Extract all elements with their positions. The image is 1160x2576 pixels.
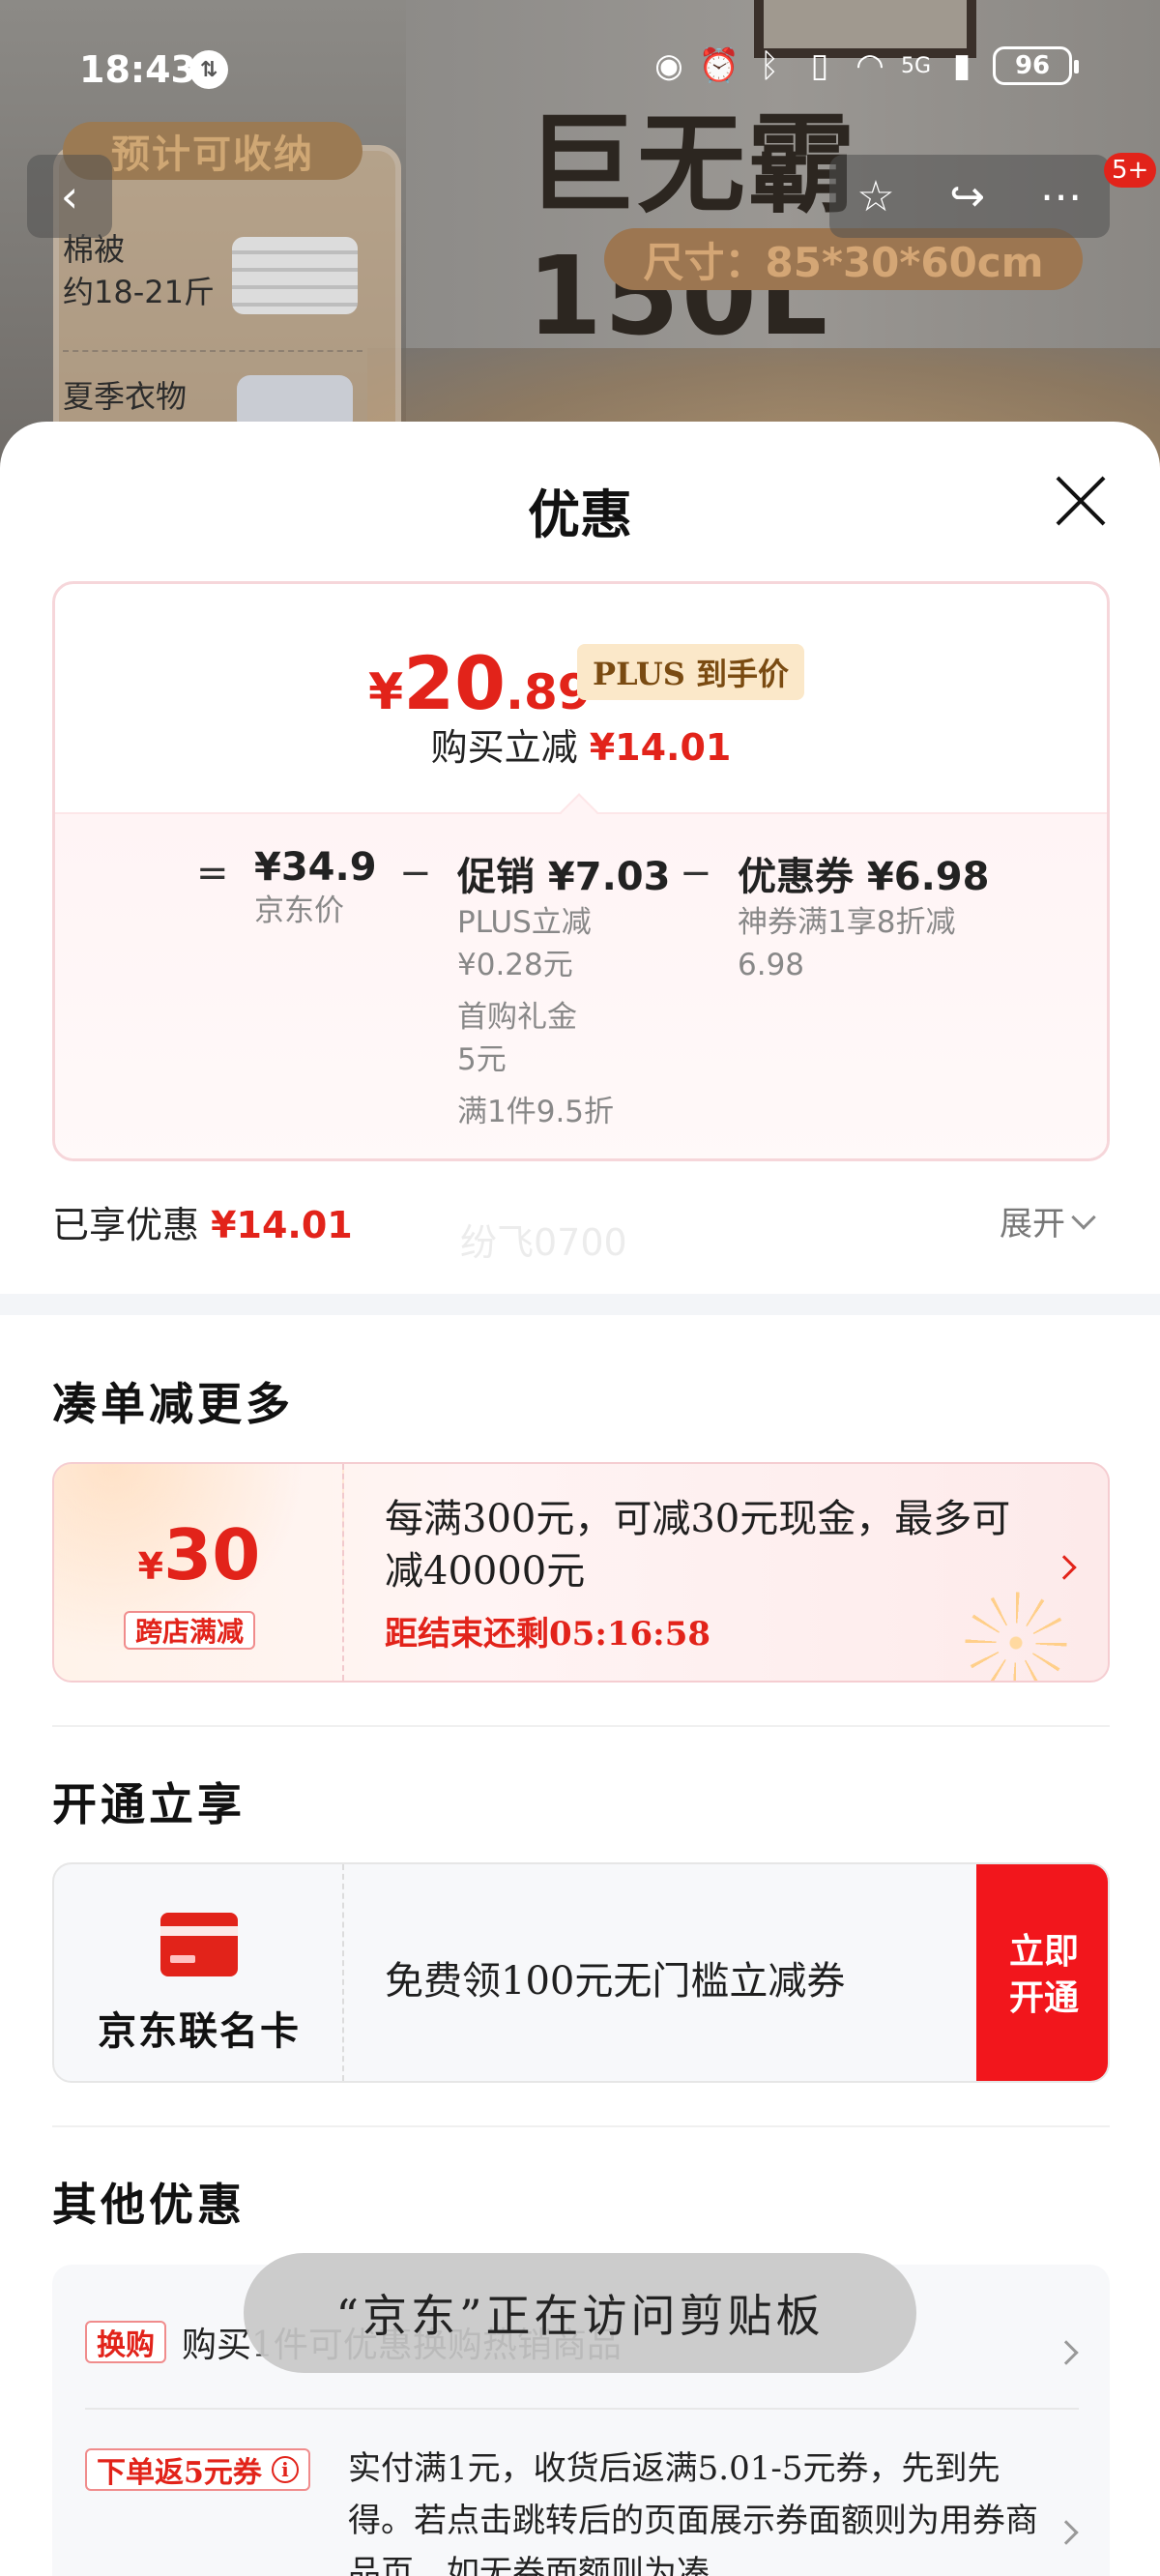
reduce-label: 购买立减 xyxy=(430,726,578,769)
plus-price-tag: PLUS 到手价 xyxy=(577,644,804,700)
cashback-tag: 下单返5元券 i xyxy=(85,2448,310,2491)
promo-tag: 跨店满减 xyxy=(124,1611,256,1650)
promo-plus-line1: PLUS立减 xyxy=(457,905,592,940)
divider-line xyxy=(52,2125,1110,2127)
chevron-right-icon xyxy=(1052,1555,1077,1580)
promotion-column: 促销 ¥7.03 PLUS立减 ¥0.28元 首购礼金 5元 满1件9.5折 xyxy=(457,845,670,1133)
promo-value: 30 xyxy=(163,1514,261,1595)
signal-icon: ▮ xyxy=(952,46,972,85)
enjoyed-amount: ¥14.01 xyxy=(211,1204,353,1246)
promo-first-line1: 首购礼金 xyxy=(457,1000,577,1035)
coupon-head: 优惠券 ¥6.98 xyxy=(738,855,990,899)
promo-discount: 满1件9.5折 xyxy=(457,1095,615,1129)
open-now-button[interactable]: 立即开通 xyxy=(976,1864,1108,2081)
expand-label: 展开 xyxy=(1000,1205,1065,1244)
coupon-line2: 6.98 xyxy=(738,948,805,982)
promotion-head: 促销 ¥7.03 xyxy=(457,855,671,899)
capacity-item-1: 棉被 约18-21斤 xyxy=(63,228,215,313)
more-icon[interactable]: ⋯ xyxy=(1040,172,1083,221)
jd-price-column: ¥34.9 京东价 xyxy=(254,845,377,932)
jd-price-label: 京东价 xyxy=(254,893,344,928)
back-icon: ‹ xyxy=(60,170,79,222)
star-icon[interactable]: ☆ xyxy=(856,172,894,221)
final-price-integer: 20 xyxy=(403,640,506,726)
card-name: 京东联名卡 xyxy=(98,2008,301,2054)
promo-countdown: 距结束还剩05:16:58 xyxy=(385,1607,710,1654)
wifi-icon: ◠ xyxy=(856,46,884,85)
section-title-more: 凑单减更多 xyxy=(52,1378,294,1430)
coupon-column: 优惠券 ¥6.98 神券满1享8折减 6.98 xyxy=(738,845,989,986)
minus-sign-2: − xyxy=(680,851,712,895)
status-time: 18:43 xyxy=(79,48,196,91)
enjoyed-label: 已享优惠 xyxy=(52,1204,200,1246)
top-action-group: ☆ ↪ ⋯ xyxy=(829,155,1110,238)
minus-sign-1: − xyxy=(399,851,432,895)
expand-button[interactable]: 展开 xyxy=(1000,1197,1096,1244)
row-divider xyxy=(85,2408,1079,2410)
promo-description: 每满300元，可减30元现金，最多可减40000元 xyxy=(385,1497,1011,1594)
promo-plus-line2: ¥0.28元 xyxy=(457,948,573,982)
alarm-icon: ⏰ xyxy=(698,46,740,85)
vibrate-icon: ▯ xyxy=(810,46,829,85)
status-icons: ◉ ⏰ ᛒ ▯ ◠ 5G ▮ 96 xyxy=(650,46,1080,85)
cart-badge: 5+ xyxy=(1104,153,1157,188)
final-price-currency: ¥ xyxy=(368,663,404,721)
price-breakdown-card: ¥ 20 .89 PLUS 到手价 购买立减 ¥14.01 = ¥34.9 京东… xyxy=(52,581,1110,1161)
close-icon[interactable] xyxy=(1052,472,1110,530)
credit-card-icon xyxy=(160,1913,238,1976)
promo-currency: ¥ xyxy=(137,1545,164,1588)
eye-icon: ◉ xyxy=(654,46,683,85)
enjoyed-discount: 已享优惠 ¥14.01 xyxy=(52,1195,353,1248)
capacity-item-2-name: 夏季衣物 xyxy=(63,378,188,415)
coupon-line1: 神券满1享8折减 xyxy=(738,905,956,940)
promo-first-line2: 5元 xyxy=(457,1042,507,1077)
purchase-reduce-line: 购买立减 ¥14.01 xyxy=(55,717,1107,771)
co-brand-card-offer: 京东联名卡 免费领100元无门槛立减券 立即开通 xyxy=(52,1862,1110,2083)
info-icon[interactable]: i xyxy=(271,2456,299,2483)
cashback-tag-wrap: 下单返5元券 i xyxy=(85,2448,310,2491)
section-separator xyxy=(0,1294,1160,1315)
section-title-other: 其他优惠 xyxy=(52,2179,246,2231)
network-label: 5G xyxy=(901,53,932,78)
cashback-text[interactable]: 实付满1元，收货后返满5.01-5元券，先到先得。若点击跳转后的页面展示券面额则… xyxy=(348,2443,1063,2576)
discount-sheet: 优惠 ¥ 20 .89 PLUS 到手价 购买立减 ¥14.01 = ¥34.9… xyxy=(0,422,1160,2576)
section-title-open: 开通立享 xyxy=(52,1778,246,1830)
firework-decoration xyxy=(963,1590,1069,1681)
watermark-text: 纷飞0700 xyxy=(460,1221,627,1264)
chevron-right-icon[interactable] xyxy=(1054,2340,1079,2365)
reduce-amount: ¥14.01 xyxy=(589,726,732,769)
jd-price-value: ¥34.9 xyxy=(254,845,377,890)
battery-icon: 96 xyxy=(993,46,1080,85)
cross-store-promo-card[interactable]: ¥30 跨店满减 每满300元，可减30元现金，最多可减40000元 距结束还剩… xyxy=(52,1462,1110,1683)
chevron-down-icon xyxy=(1071,1204,1096,1230)
countdown-label: 距结束还剩 xyxy=(385,1615,549,1654)
countdown-value: 05:16:58 xyxy=(549,1615,711,1654)
exchange-tag: 换购 xyxy=(85,2321,166,2363)
final-price: ¥ 20 .89 xyxy=(368,640,592,726)
promo-amount: ¥30 xyxy=(54,1514,344,1595)
card-offer-text: 免费领100元无门槛立减券 xyxy=(385,1959,846,2004)
divider-line xyxy=(52,1725,1110,1727)
sheet-title: 优惠 xyxy=(528,483,632,545)
status-bar: 18:43 ⇅ ◉ ⏰ ᛒ ▯ ◠ 5G ▮ 96 xyxy=(0,0,1160,135)
share-icon[interactable]: ↪ xyxy=(949,172,985,221)
capacity-item-1-amount: 约18-21斤 xyxy=(63,274,215,310)
equals-sign: = xyxy=(196,851,229,895)
clipboard-toast: “京东”正在访问剪贴板 xyxy=(244,2253,916,2373)
capacity-divider xyxy=(63,350,362,352)
bluetooth-icon: ᛒ xyxy=(759,46,780,85)
back-button[interactable]: ‹ xyxy=(27,155,112,238)
transfer-indicator-icon: ⇅ xyxy=(189,50,228,89)
cashback-tag-label: 下单返5元券 xyxy=(97,2456,262,2490)
quilt-image xyxy=(232,237,358,314)
